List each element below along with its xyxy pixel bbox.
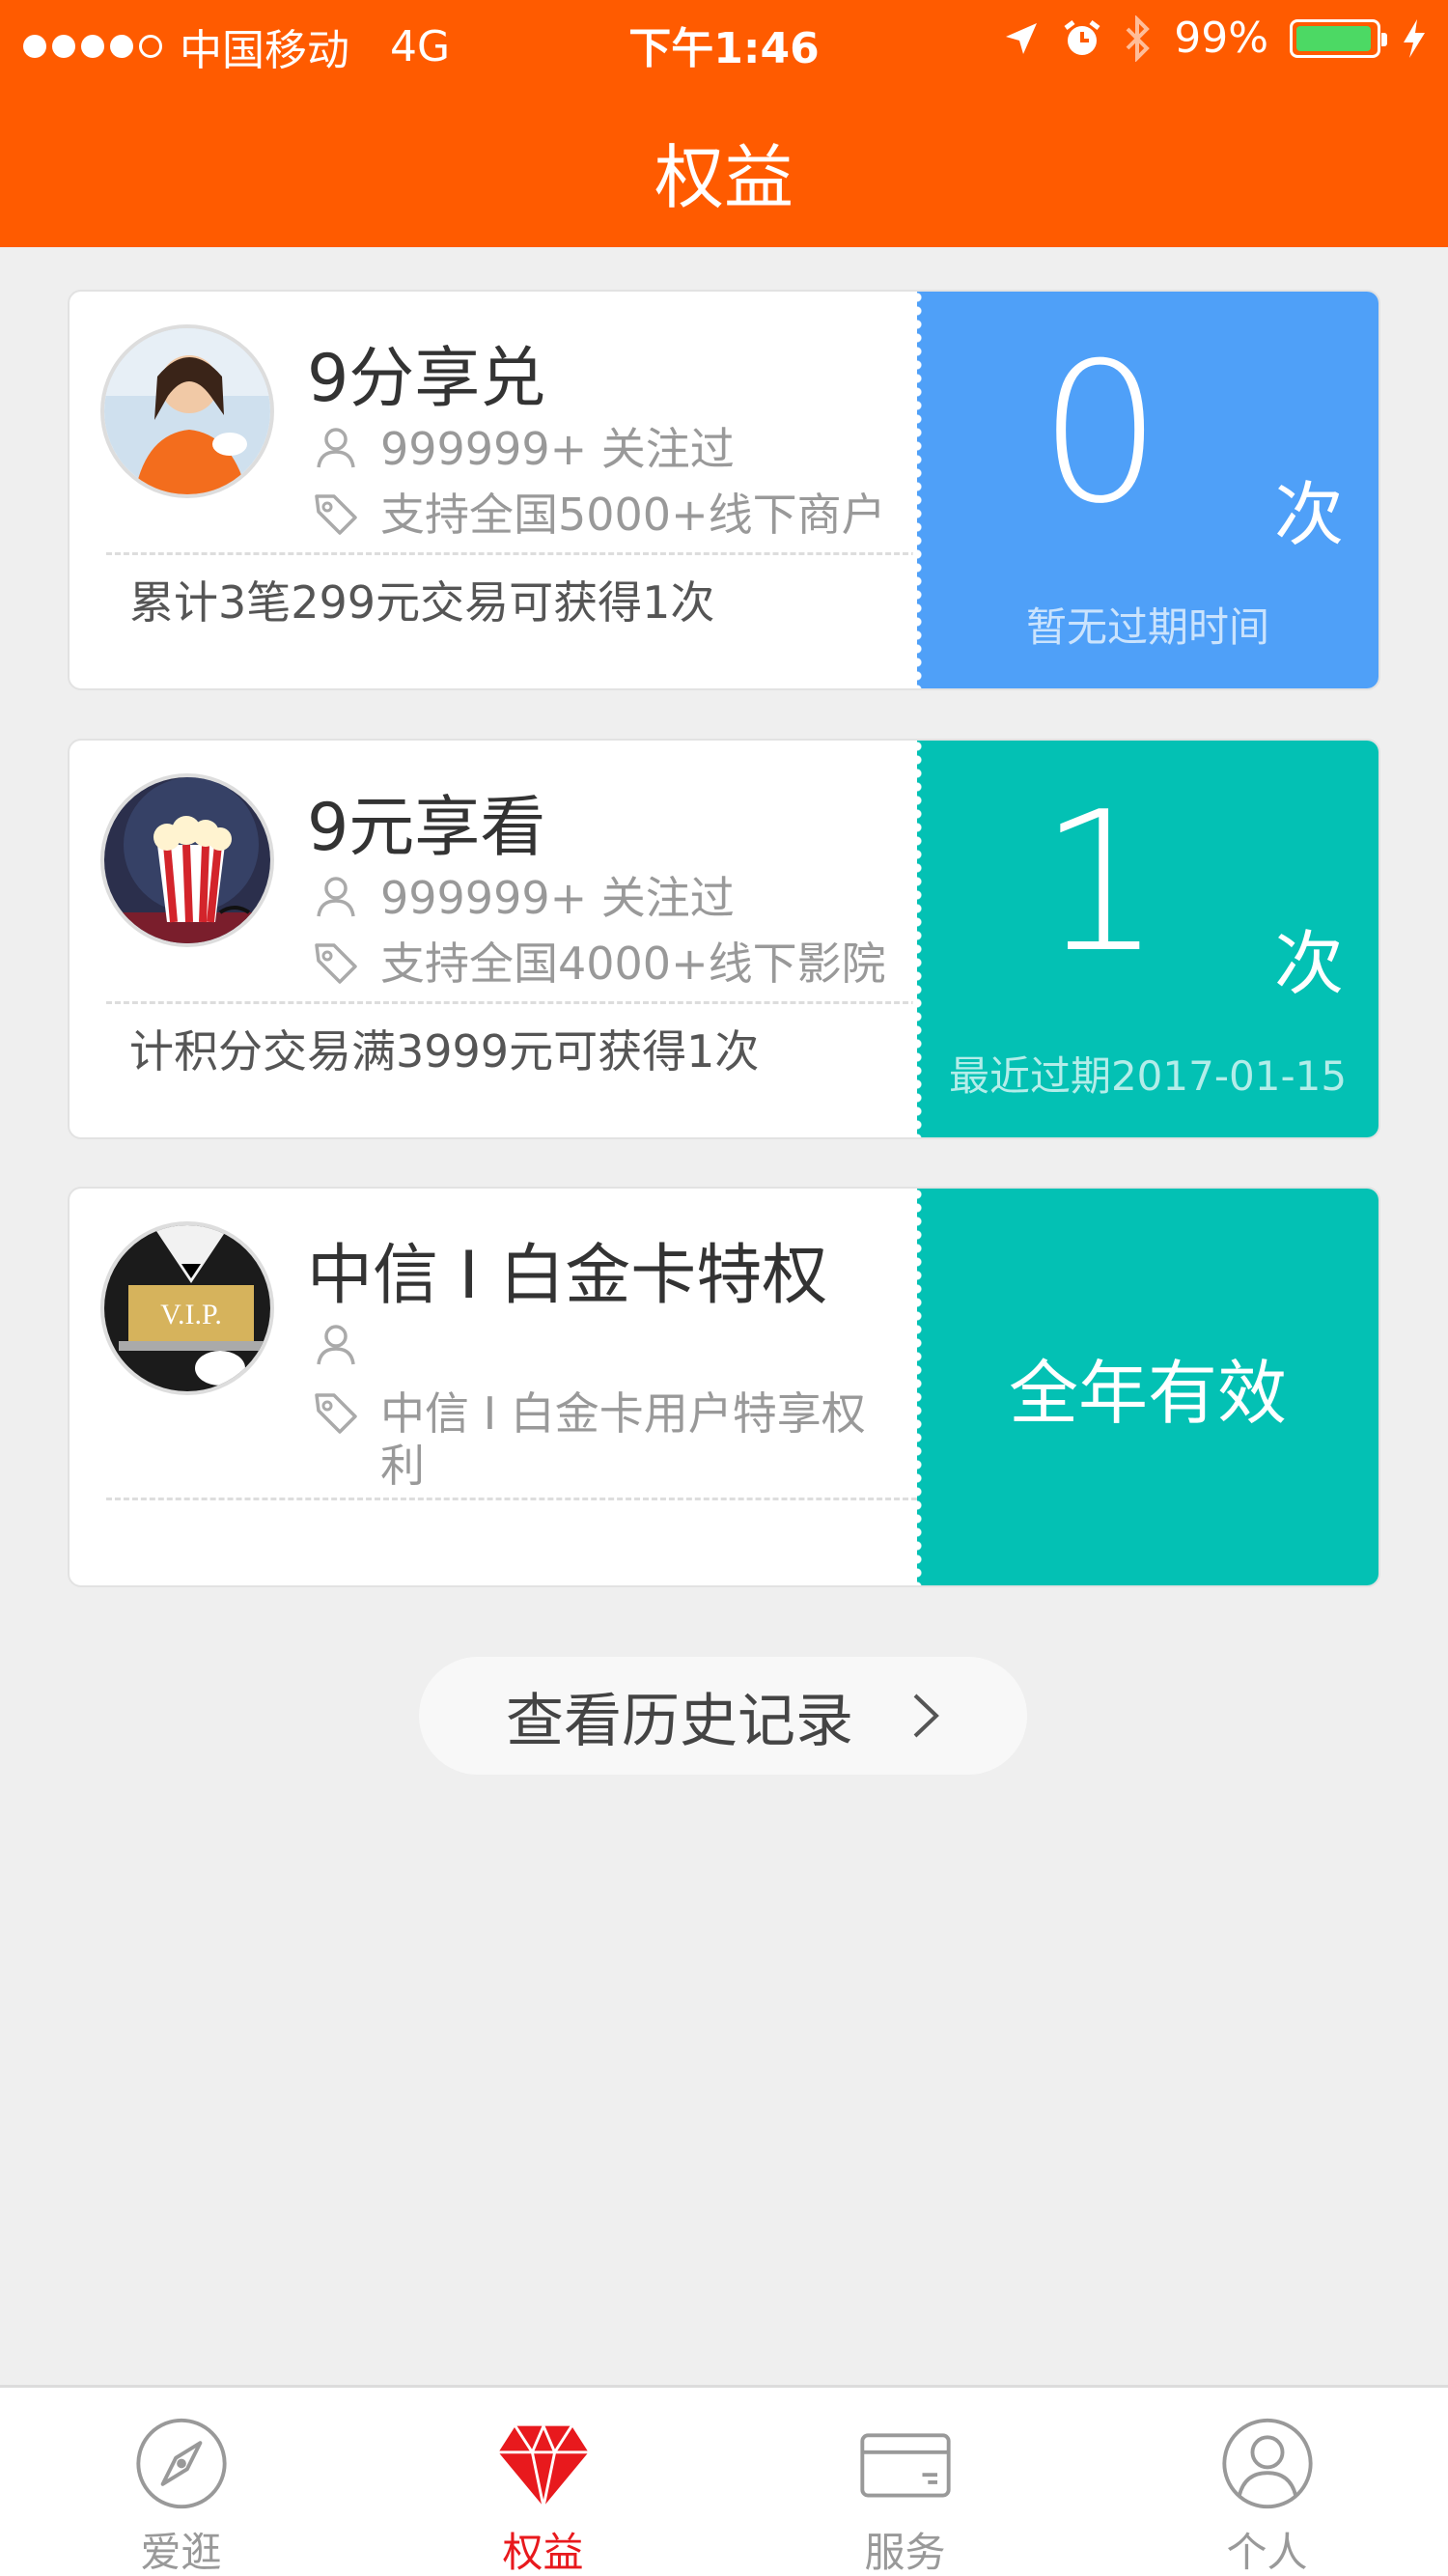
card-info: 9分享兑 999999+ 关注过 支持全国5000+线下商户 累计3笔299元交… [70, 292, 919, 688]
divider [106, 1498, 917, 1500]
tab-label: 权益 [502, 2529, 584, 2576]
tag-text-line1: 中信 I 白金卡用户特享权 [380, 1387, 866, 1440]
followers-row: 999999+ 关注过 [311, 423, 735, 475]
status-bar: 中国移动 4G 下午1:46 99% [0, 0, 1448, 79]
tag-text: 支持全国4000+线下影院 [380, 938, 886, 990]
page-title: 权益 [654, 137, 794, 218]
chevron-right-icon [913, 1694, 939, 1738]
tab-bar: 爱逛 权益 服务 个人 [0, 2385, 1448, 2576]
count-unit: 次 [1273, 474, 1344, 555]
followers-row [311, 1320, 380, 1370]
tab-benefits[interactable]: 权益 [362, 2388, 724, 2576]
view-history-button[interactable]: 查看历史记录 [419, 1657, 1027, 1775]
tag-icon [315, 1393, 357, 1434]
tag-row: 支持全国4000+线下影院 [311, 938, 886, 990]
tag-row: 中信 I 白金卡用户特享权 利 [311, 1387, 866, 1492]
tab-explore[interactable]: 爱逛 [0, 2388, 362, 2576]
card-info: V.I.P. 中信 I 白金卡特权 中信 I 白金卡用户特享权 利 [70, 1189, 919, 1585]
card-avatar-image [100, 324, 274, 498]
location-arrow-icon [1006, 22, 1038, 54]
tab-label: 服务 [864, 2529, 946, 2576]
benefit-card-exchange[interactable]: 9分享兑 999999+ 关注过 支持全国5000+线下商户 累计3笔299元交… [68, 290, 1380, 690]
card-title: 9元享看 [307, 790, 546, 866]
battery-icon [1290, 18, 1387, 58]
tab-label: 爱逛 [140, 2529, 222, 2576]
followers-row: 999999+ 关注过 [311, 872, 735, 924]
card-icon [859, 2433, 951, 2498]
tab-profile[interactable]: 个人 [1086, 2388, 1448, 2576]
person-icon [317, 428, 355, 468]
followers-count: 999999+ 关注过 [380, 872, 735, 924]
divider [106, 1001, 917, 1004]
tag-icon [315, 494, 357, 535]
card-title: 中信 I 白金卡特权 [307, 1238, 828, 1314]
card-condition: 计积分交易满3999元可获得1次 [129, 1025, 760, 1078]
status-right: 99% [1002, 14, 1427, 63]
card-info: 9元享看 999999+ 关注过 支持全国4000+线下影院 计积分交易满399… [70, 741, 919, 1137]
count-unit: 次 [1273, 923, 1344, 1004]
tag-row: 支持全国5000+线下商户 [311, 489, 886, 541]
battery-percent: 99% [1174, 14, 1268, 63]
validity-text: 全年有效 [1008, 1353, 1287, 1434]
bluetooth-icon [1126, 14, 1151, 62]
followers-count: 999999+ 关注过 [380, 423, 735, 475]
tab-label: 个人 [1226, 2529, 1308, 2576]
charging-bolt-icon [1404, 18, 1425, 58]
benefit-card-vip[interactable]: V.I.P. 中信 I 白金卡特权 中信 I 白金卡用户特享权 利 全年有效 [68, 1187, 1380, 1587]
expire-text: 最近过期2017-01-15 [948, 1052, 1348, 1100]
card-validity-panel: 全年有效 [911, 1189, 1378, 1585]
card-count-panel: 0 次 暂无过期时间 [911, 292, 1378, 688]
alarm-icon [1064, 19, 1100, 55]
compass-icon [135, 2418, 227, 2509]
person-icon [317, 877, 355, 917]
card-condition: 累计3笔299元交易可获得1次 [129, 576, 715, 629]
tab-service[interactable]: 服务 [724, 2388, 1086, 2576]
person-icon [1221, 2418, 1313, 2509]
tag-text-line2: 利 [380, 1440, 425, 1492]
divider [106, 552, 917, 555]
tag-text: 支持全国5000+线下商户 [380, 489, 886, 541]
card-count-panel: 1 次 最近过期2017-01-15 [911, 741, 1378, 1137]
expire-text: 暂无过期时间 [1025, 603, 1269, 651]
diamond-icon [497, 2424, 589, 2508]
header: 中国移动 4G 下午1:46 99% 权益 [0, 0, 1448, 247]
count-number: 0 [1039, 322, 1162, 546]
card-avatar-image [100, 773, 274, 947]
count-number: 1 [1039, 770, 1162, 995]
card-title: 9分享兑 [307, 341, 546, 417]
view-history-label: 查看历史记录 [506, 1687, 853, 1755]
person-icon [317, 1325, 355, 1365]
benefit-card-movie[interactable]: 9元享看 999999+ 关注过 支持全国4000+线下影院 计积分交易满399… [68, 739, 1380, 1139]
card-avatar-image: V.I.P. [100, 1221, 274, 1395]
tag-icon [315, 943, 357, 984]
tag-text: 中信 I 白金卡用户特享权 利 [380, 1387, 866, 1492]
svg-text:V.I.P.: V.I.P. [160, 1299, 222, 1330]
